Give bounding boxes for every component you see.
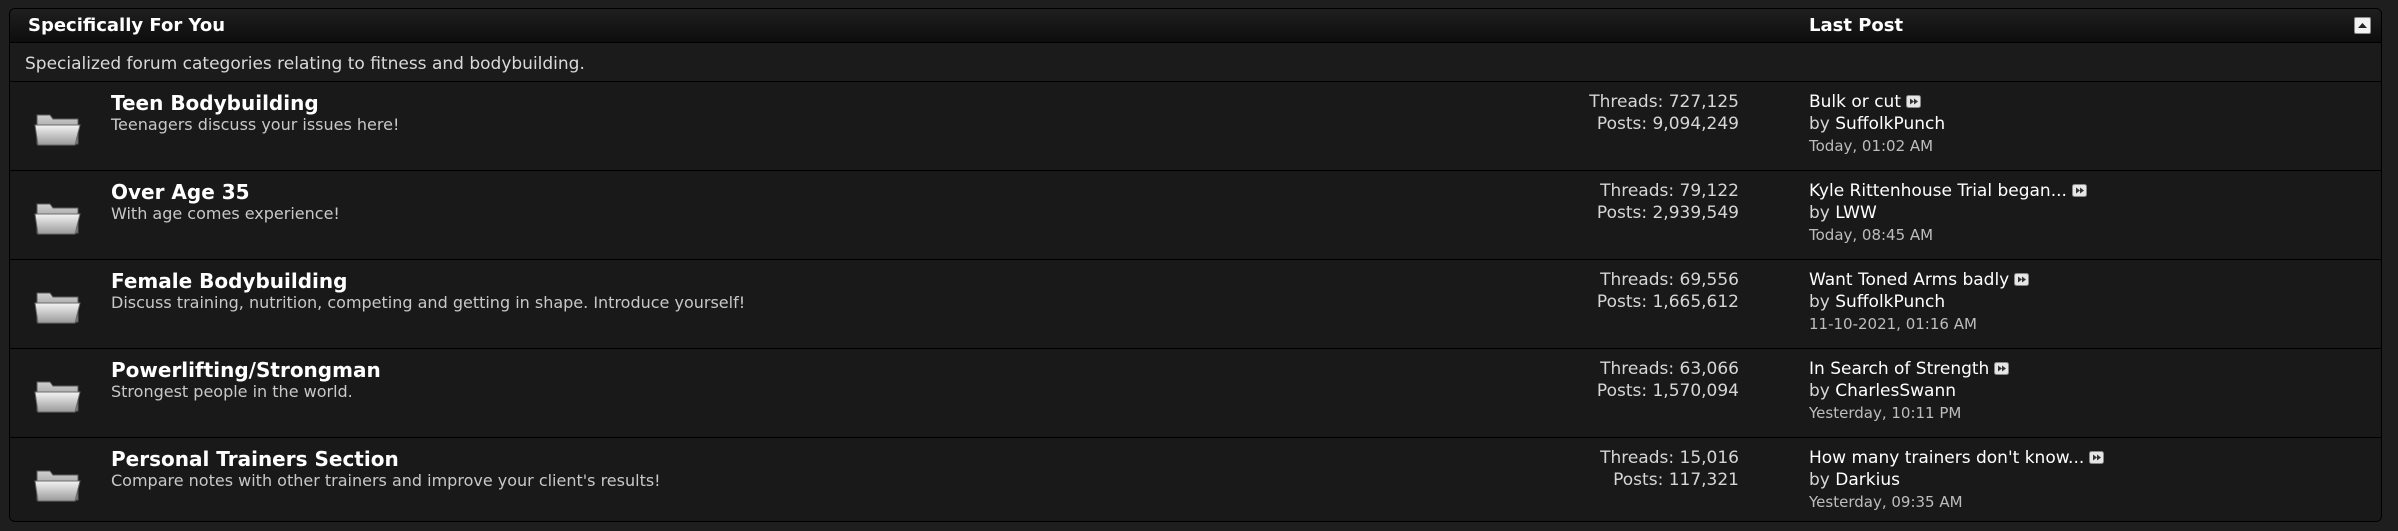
last-post-by-label: by (1809, 381, 1830, 401)
last-post-info: In Search of Strength by CharlesSwann Ye… (1809, 358, 2010, 424)
forum-description: Discuss training, nutrition, competing a… (111, 293, 746, 312)
last-post-user-link[interactable]: CharlesSwann (1835, 381, 1956, 401)
forum-description: Compare notes with other trainers and im… (111, 471, 661, 490)
forum-title-link[interactable]: Female Bodybuilding (111, 269, 347, 293)
goto-last-post-icon[interactable] (2089, 448, 2105, 464)
last-post-info: Kyle Rittenhouse Trial began... by LWW T… (1809, 180, 2087, 246)
last-post-time: 11-10-2021, 01:16 AM (1809, 315, 1977, 333)
category-description: Specialized forum categories relating to… (25, 54, 585, 74)
category-header: Specifically For You Last Post (10, 9, 2381, 43)
category-title[interactable]: Specifically For You (28, 15, 225, 36)
forum-description: Teenagers discuss your issues here! (111, 115, 400, 134)
last-post-title-link[interactable]: Want Toned Arms badly (1809, 270, 2009, 290)
last-post-by-label: by (1809, 470, 1830, 490)
post-count: Posts: 1,665,612 (1596, 292, 1739, 312)
thread-count: Threads: 79,122 (1600, 181, 1739, 201)
post-count: Posts: 9,094,249 (1596, 114, 1739, 134)
forum-title-link[interactable]: Teen Bodybuilding (111, 91, 319, 115)
last-post-user-link[interactable]: LWW (1835, 203, 1877, 223)
forum-row: Powerlifting/Strongman Strongest people … (10, 349, 2381, 438)
folder-icon[interactable] (34, 377, 84, 415)
folder-icon[interactable] (34, 466, 84, 504)
forum-stats: Threads: 69,556 Posts: 1,665,612 (1597, 269, 1739, 313)
last-post-by-label: by (1809, 114, 1830, 134)
thread-count: Threads: 727,125 (1589, 92, 1739, 112)
last-post-user-link[interactable]: SuffolkPunch (1835, 292, 1945, 312)
forum-row: Teen Bodybuilding Teenagers discuss your… (10, 82, 2381, 171)
last-post-by-label: by (1809, 292, 1830, 312)
forum-stats: Threads: 15,016 Posts: 117,321 (1600, 447, 1739, 491)
last-post-info: Want Toned Arms badly by SuffolkPunch 11… (1809, 269, 2030, 335)
forum-description: With age comes experience! (111, 204, 340, 223)
forum-stats: Threads: 79,122 Posts: 2,939,549 (1597, 180, 1739, 224)
folder-icon[interactable] (34, 199, 84, 237)
post-count: Posts: 2,939,549 (1596, 203, 1739, 223)
thread-count: Threads: 15,016 (1600, 448, 1739, 468)
goto-last-post-icon[interactable] (1906, 92, 1921, 108)
last-post-by-label: by (1809, 203, 1830, 223)
forum-row: Personal Trainers Section Compare notes … (10, 438, 2381, 521)
last-post-title-link[interactable]: Bulk or cut (1809, 92, 1901, 112)
thread-count: Threads: 69,556 (1600, 270, 1739, 290)
last-post-title-link[interactable]: In Search of Strength (1809, 359, 1989, 379)
goto-last-post-icon[interactable] (1994, 359, 2010, 375)
last-post-time: Yesterday, 10:11 PM (1809, 404, 1962, 422)
forum-stats: Threads: 727,125 Posts: 9,094,249 (1589, 91, 1739, 135)
last-post-info: How many trainers don't know... by Darki… (1809, 447, 2105, 513)
forum-category-block: Specifically For You Last Post Specializ… (9, 8, 2382, 522)
forum-row: Female Bodybuilding Discuss training, nu… (10, 260, 2381, 349)
last-post-time: Today, 01:02 AM (1809, 137, 1934, 155)
last-post-title-link[interactable]: Kyle Rittenhouse Trial began... (1809, 181, 2067, 201)
last-post-time: Yesterday, 09:35 AM (1809, 493, 1963, 511)
collapse-icon[interactable] (2354, 17, 2371, 34)
forum-stats: Threads: 63,066 Posts: 1,570,094 (1597, 358, 1739, 402)
thread-count: Threads: 63,066 (1600, 359, 1739, 379)
post-count: Posts: 1,570,094 (1596, 381, 1739, 401)
last-post-user-link[interactable]: SuffolkPunch (1835, 114, 1945, 134)
last-post-user-link[interactable]: Darkius (1835, 470, 1900, 490)
forum-list: Teen Bodybuilding Teenagers discuss your… (10, 82, 2381, 521)
forum-title-link[interactable]: Over Age 35 (111, 180, 250, 204)
post-count: Posts: 117,321 (1613, 470, 1739, 490)
goto-last-post-icon[interactable] (2014, 270, 2030, 286)
forum-title-link[interactable]: Powerlifting/Strongman (111, 358, 381, 382)
forum-row: Over Age 35 With age comes experience! T… (10, 171, 2381, 260)
goto-last-post-icon[interactable] (2071, 181, 2087, 197)
category-description-bar: Specialized forum categories relating to… (10, 43, 2381, 82)
forum-title-link[interactable]: Personal Trainers Section (111, 447, 399, 471)
last-post-info: Bulk or cut by SuffolkPunch Today, 01:02… (1809, 91, 1945, 157)
last-post-column-heading: Last Post (1809, 15, 1904, 36)
forum-description: Strongest people in the world. (111, 382, 353, 401)
folder-icon[interactable] (34, 288, 84, 326)
last-post-title-link[interactable]: How many trainers don't know... (1809, 448, 2084, 468)
last-post-time: Today, 08:45 AM (1809, 226, 1934, 244)
folder-icon[interactable] (34, 110, 84, 148)
